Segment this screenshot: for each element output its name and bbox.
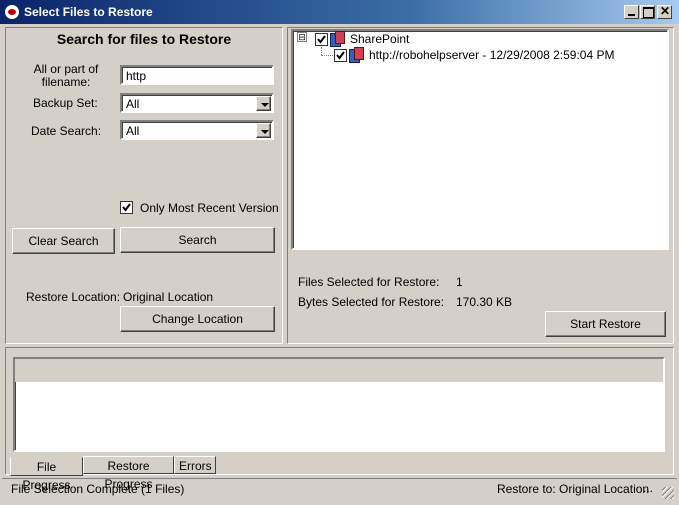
checkmark-icon — [122, 203, 131, 212]
bytes-selected-value: 170.30 KB — [456, 295, 513, 309]
restore-location-value: Original Location — [123, 290, 214, 304]
close-icon: ✕ — [660, 4, 671, 18]
change-location-button[interactable]: Change Location — [120, 306, 275, 332]
start-restore-button[interactable]: Start Restore — [545, 311, 666, 337]
recent-version-checkbox[interactable] — [120, 201, 133, 214]
tab-restore-progress[interactable]: Restore Progress — [83, 456, 174, 491]
clear-search-button[interactable]: Clear Search — [12, 228, 115, 254]
collapse-icon[interactable]: ⊟ — [297, 32, 307, 42]
backup-set-value: All — [126, 97, 140, 111]
filename-input[interactable]: http — [120, 65, 274, 85]
chevron-down-icon[interactable] — [256, 96, 271, 111]
date-search-label: Date Search: — [31, 124, 102, 138]
files-selected-label: Files Selected for Restore: — [298, 275, 440, 289]
maximize-button[interactable] — [640, 5, 655, 19]
backup-set-select[interactable]: All — [120, 93, 274, 113]
date-search-value: All — [126, 124, 140, 138]
server-checkbox[interactable] — [334, 49, 347, 62]
filename-value: http — [126, 69, 147, 83]
status-divider — [2, 478, 677, 479]
tree-line — [321, 55, 333, 57]
file-tree[interactable] — [291, 29, 669, 250]
tree-child-label[interactable]: http://robohelpserver - 12/29/2008 2:59:… — [369, 48, 615, 62]
progress-list[interactable] — [13, 357, 665, 452]
bytes-selected-label: Bytes Selected for Restore: — [298, 295, 445, 309]
sharepoint-icon — [330, 31, 345, 47]
tab-file-progress[interactable]: File Progress — [10, 457, 83, 492]
search-heading: Search for files to Restore — [56, 31, 232, 47]
tree-root-label[interactable]: SharePoint — [350, 32, 409, 46]
minimize-button[interactable] — [624, 5, 639, 19]
window-title: Select Files to Restore — [24, 5, 153, 19]
filename-label: All or part of filename: — [33, 62, 99, 89]
checkmark-icon — [317, 35, 326, 44]
tree-line — [321, 47, 323, 55]
backup-set-label: Backup Set: — [33, 96, 98, 110]
status-ellipsis: ... — [643, 481, 654, 495]
checkmark-icon — [336, 51, 345, 60]
server-icon — [349, 47, 364, 63]
status-left: File Selection Complete (1 Files) — [11, 482, 185, 496]
progress-list-header — [15, 359, 663, 382]
close-button[interactable]: ✕ — [657, 5, 672, 19]
date-search-select[interactable]: All — [120, 120, 274, 140]
search-button[interactable]: Search — [120, 227, 275, 253]
sharepoint-checkbox[interactable] — [315, 33, 328, 46]
tab-label: Errors — [179, 459, 212, 473]
app-icon — [5, 5, 19, 19]
files-selected-value: 1 — [456, 275, 463, 289]
tab-errors[interactable]: Errors — [174, 456, 216, 474]
recent-version-label: Only Most Recent Version — [140, 201, 279, 215]
chevron-down-icon[interactable] — [256, 123, 271, 138]
restore-location-label: Restore Location: — [26, 290, 121, 304]
status-right: Restore to: Original Location — [497, 482, 650, 496]
resize-grip-icon[interactable] — [662, 487, 674, 499]
